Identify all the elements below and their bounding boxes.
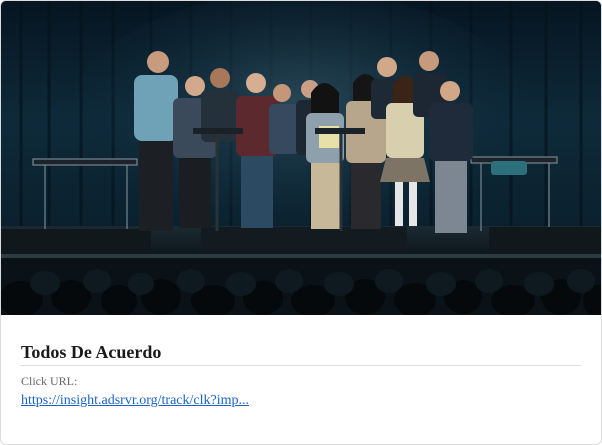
click-url-label: Click URL: bbox=[21, 374, 78, 388]
hero-photo bbox=[1, 1, 601, 315]
ad-title[interactable]: Todos De Acuerdo bbox=[21, 342, 581, 366]
hero-image[interactable] bbox=[1, 1, 601, 315]
click-url-link[interactable]: https://insight.adsrvr.org/track/clk?imp… bbox=[21, 393, 249, 409]
card-content: Todos De Acuerdo Click URL: https://insi… bbox=[21, 315, 581, 409]
ad-card: Todos De Acuerdo Click URL: https://insi… bbox=[0, 0, 602, 445]
